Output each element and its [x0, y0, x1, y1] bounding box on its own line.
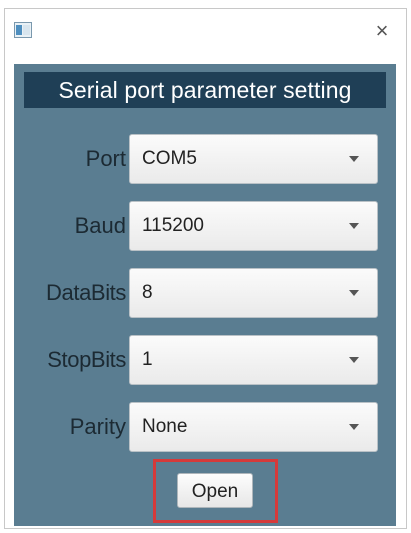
stopbits-label: StopBits: [47, 347, 126, 372]
baud-value: 115200: [142, 215, 204, 236]
baud-row: Baud 115200: [14, 201, 396, 251]
parity-value: None: [142, 416, 188, 437]
close-icon[interactable]: ×: [368, 17, 396, 45]
parity-label: Parity: [69, 414, 126, 439]
port-row: Port COM5: [14, 134, 396, 184]
stopbits-select[interactable]: 1: [129, 335, 378, 385]
port-select[interactable]: COM5: [129, 134, 378, 184]
baud-select[interactable]: 115200: [129, 201, 378, 251]
port-label: Port: [85, 146, 126, 171]
panel-title: Serial port parameter setting: [24, 72, 386, 108]
databits-select[interactable]: 8: [129, 268, 378, 318]
chevron-down-icon: [349, 290, 359, 296]
databits-label: DataBits: [46, 280, 126, 305]
parity-select[interactable]: None: [129, 402, 378, 452]
app-window-icon: [14, 22, 32, 38]
open-button[interactable]: Open: [177, 473, 253, 508]
port-value: COM5: [142, 148, 197, 169]
dialog-window: × Serial port parameter setting Port COM…: [4, 8, 407, 529]
chevron-down-icon: [349, 357, 359, 363]
stopbits-value: 1: [142, 349, 153, 370]
chevron-down-icon: [349, 156, 359, 162]
baud-label: Baud: [74, 213, 126, 238]
databits-row: DataBits 8: [14, 268, 396, 318]
settings-panel: Serial port parameter setting Port COM5 …: [14, 64, 396, 526]
chevron-down-icon: [349, 223, 359, 229]
parity-row: Parity None: [14, 402, 396, 452]
chevron-down-icon: [349, 424, 359, 430]
title-bar: ×: [5, 9, 406, 53]
stopbits-row: StopBits 1: [14, 335, 396, 385]
databits-value: 8: [142, 282, 153, 303]
